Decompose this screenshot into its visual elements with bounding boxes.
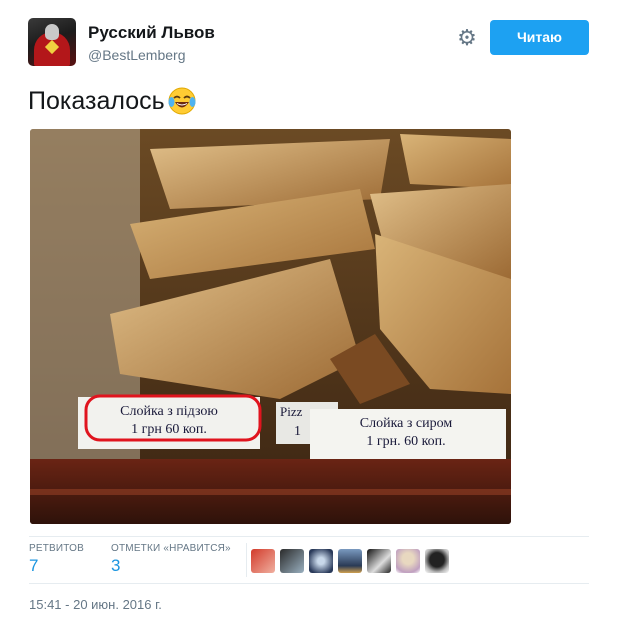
follow-button[interactable]: Читаю xyxy=(490,20,589,55)
price-tag-middle-line2: 1 xyxy=(294,424,301,439)
liker-avatar[interactable] xyxy=(338,549,362,573)
avatar-head xyxy=(45,24,59,40)
price-tag-left-line1: Слойка з підзою xyxy=(120,404,218,419)
retweets-count[interactable]: 7 xyxy=(29,556,38,576)
retweets-label: РЕТВИТОВ xyxy=(29,543,85,554)
price-tag-middle-line1: Pizz xyxy=(280,404,303,419)
user-display-name[interactable]: Русский Львов xyxy=(88,23,215,43)
likes-stat[interactable]: ОТМЕТКИ «НРАВИТСЯ» 3 xyxy=(111,537,241,583)
price-tag-left-line2: 1 грн 60 коп. xyxy=(131,422,207,437)
user-avatar[interactable] xyxy=(28,18,76,66)
pastry-right-top xyxy=(400,134,511,189)
retweets-stat[interactable]: РЕТВИТОВ 7 xyxy=(29,537,109,583)
gear-icon[interactable]: ⚙ xyxy=(456,27,478,49)
stats-divider xyxy=(246,543,247,577)
tweet-photo[interactable]: Слойка з підзою 1 грн 60 коп. Pizz 1 Сло… xyxy=(30,129,511,524)
tweet-stats: РЕТВИТОВ 7 ОТМЕТКИ «НРАВИТСЯ» 3 xyxy=(29,536,589,584)
liker-avatar[interactable] xyxy=(251,549,275,573)
liker-avatar[interactable] xyxy=(309,549,333,573)
tweet-text-block: Показалось xyxy=(28,86,197,116)
likes-label: ОТМЕТКИ «НРАВИТСЯ» xyxy=(111,543,231,554)
liker-avatar[interactable] xyxy=(280,549,304,573)
liker-avatar[interactable] xyxy=(396,549,420,573)
price-tag-right-line2: 1 грн. 60 коп. xyxy=(366,434,445,449)
price-tag-right-line1: Слойка з сиром xyxy=(360,416,453,431)
liker-avatar[interactable] xyxy=(425,549,449,573)
tears-of-joy-emoji-icon xyxy=(167,86,197,116)
tweet-header: Русский Львов @BestLemberg ⚙ Читаю xyxy=(28,18,590,68)
tweet-text: Показалось xyxy=(28,86,165,115)
photo-shelf-edge xyxy=(30,489,511,495)
tweet-timestamp[interactable]: 15:41 - 20 июн. 2016 г. xyxy=(29,597,162,612)
likes-count[interactable]: 3 xyxy=(111,556,120,576)
user-screen-name[interactable]: @BestLemberg xyxy=(88,47,185,63)
liker-avatar[interactable] xyxy=(367,549,391,573)
